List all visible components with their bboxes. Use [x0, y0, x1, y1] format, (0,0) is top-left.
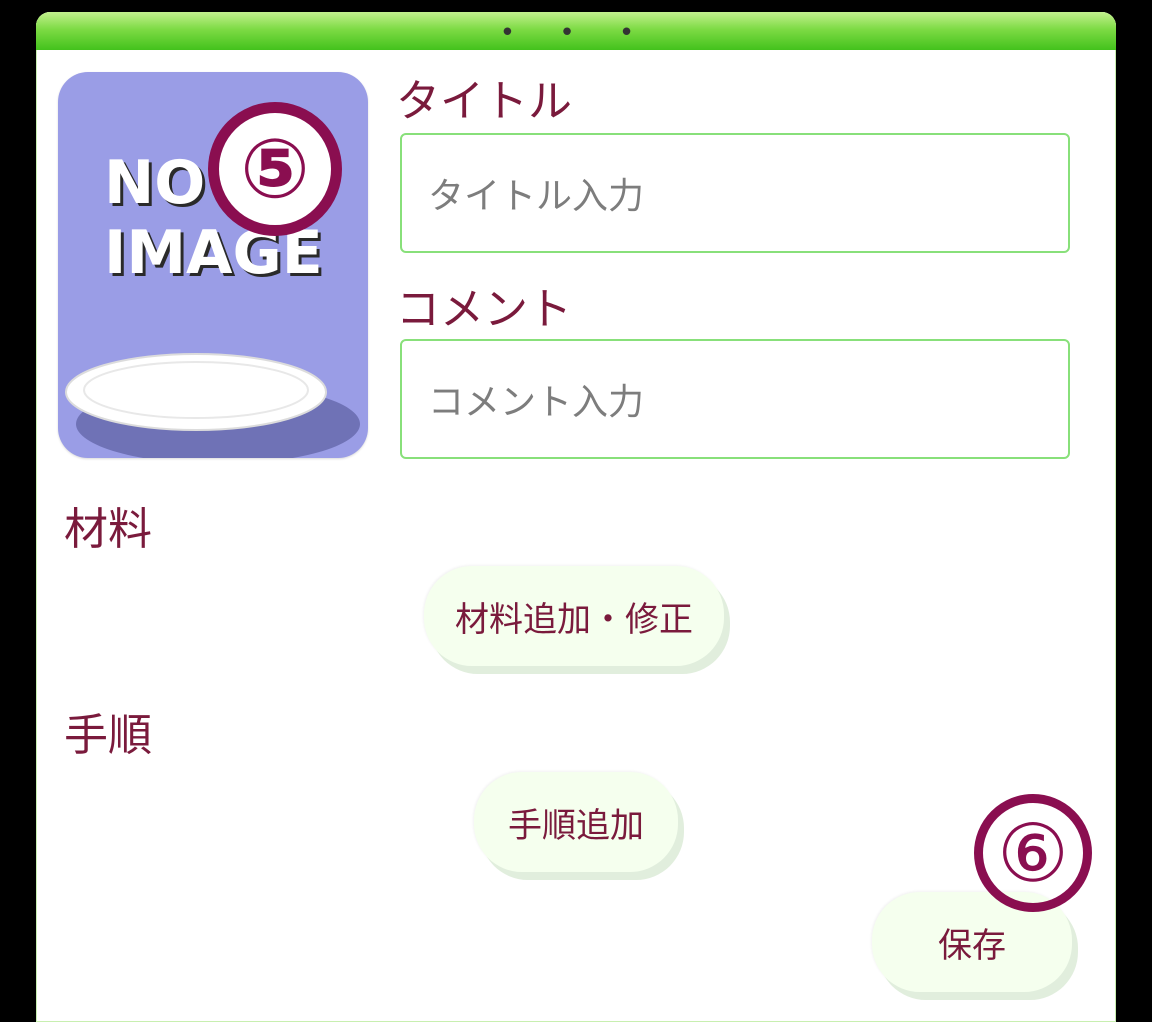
title-label: タイトル	[396, 76, 572, 127]
header-bar[interactable]: • • •	[36, 12, 1116, 50]
steps-label: 手順	[64, 710, 152, 761]
title-input[interactable]: タイトル入力	[400, 133, 1070, 253]
annotation-badge-6: ⑥	[974, 794, 1092, 912]
comment-input[interactable]: コメント入力	[400, 339, 1070, 459]
recipe-image-placeholder[interactable]: NO IMAGE ⑤	[58, 72, 368, 458]
recipe-edit-panel: • • • NO IMAGE ⑤ タイトル タイトル入力 コメント コメント入力…	[36, 12, 1116, 1022]
add-edit-ingredients-button[interactable]: 材料追加・修正	[424, 566, 724, 666]
annotation-badge-5: ⑤	[208, 102, 342, 236]
ingredients-label: 材料	[64, 504, 152, 555]
more-dots-icon[interactable]: • • •	[36, 18, 1116, 48]
comment-label: コメント	[396, 284, 572, 335]
add-step-button[interactable]: 手順追加	[474, 772, 678, 872]
